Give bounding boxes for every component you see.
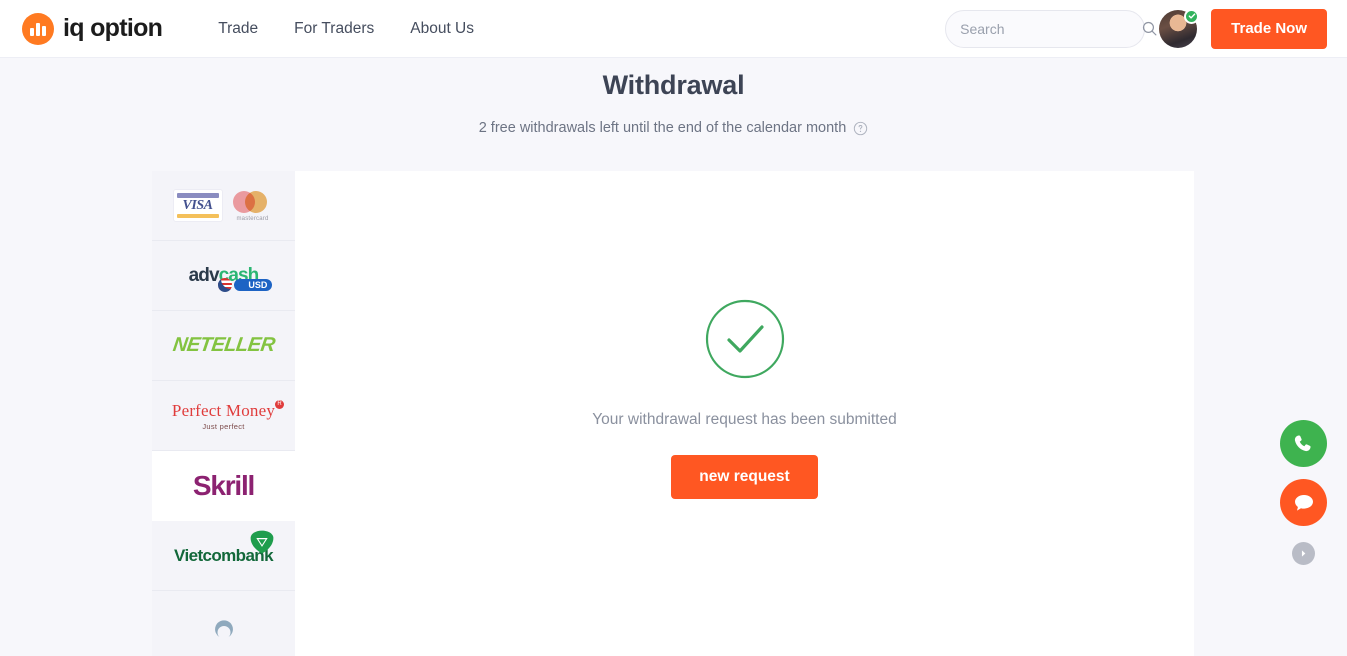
top-header: iq option Trade For Traders About Us Tra…	[0, 0, 1347, 58]
mastercard-wordmark: mastercard	[236, 216, 269, 222]
search-icon[interactable]	[1141, 20, 1158, 37]
payment-method-partial[interactable]	[152, 591, 295, 656]
free-withdrawals-text: 2 free withdrawals left until the end of…	[478, 120, 847, 136]
advcash-logo: adv cash USD	[188, 264, 273, 292]
perfect-money-wordmark: Perfect Money	[171, 400, 276, 420]
payment-method-neteller[interactable]: NETELLER	[152, 311, 295, 381]
us-flag-icon	[218, 277, 233, 292]
registered-mark-icon: R	[275, 399, 285, 409]
skrill-logo: Skrill	[192, 469, 256, 501]
brand-logo[interactable]: iq option	[22, 12, 163, 45]
success-message: Your withdrawal request has been submitt…	[592, 411, 897, 428]
visa-mastercard-logo: VISA mastercard	[172, 189, 275, 222]
payment-methods-list[interactable]: VISA mastercard adv cash USD NETELLER Pe…	[152, 171, 295, 656]
new-request-button[interactable]: new request	[671, 455, 818, 499]
phone-icon	[1294, 434, 1311, 451]
vietcombank-logo: Vietcombank	[174, 530, 274, 566]
advcash-usd-badge: USD	[234, 278, 273, 291]
avatar[interactable]	[1159, 8, 1200, 48]
payment-method-visa-mastercard[interactable]: VISA mastercard	[152, 171, 295, 241]
withdrawal-card: VISA mastercard adv cash USD NETELLER Pe…	[152, 171, 1194, 656]
chat-bubble-icon	[1294, 494, 1313, 511]
payment-method-advcash[interactable]: adv cash USD	[152, 241, 295, 311]
floating-widgets	[1280, 420, 1327, 565]
nav-for-traders[interactable]: For Traders	[276, 14, 392, 44]
verified-check-icon	[1184, 8, 1200, 24]
page-title: Withdrawal	[602, 70, 745, 100]
call-widget-button[interactable]	[1280, 420, 1327, 467]
visa-icon: VISA	[172, 189, 223, 222]
partial-bank-icon	[214, 619, 233, 639]
perfect-money-logo: Perfect Money Just perfect R	[171, 399, 285, 431]
free-withdrawals-note: 2 free withdrawals left until the end of…	[0, 120, 1347, 136]
header-right-group: Trade Now	[945, 8, 1327, 49]
search-input[interactable]	[960, 20, 1142, 37]
payment-method-vietcombank[interactable]: Vietcombank	[152, 521, 295, 591]
bars-logo-icon	[22, 12, 54, 45]
vietcombank-shield-icon	[250, 530, 274, 553]
perfect-money-tagline: Just perfect	[202, 421, 245, 431]
brand-name: iq option	[63, 14, 163, 42]
advcash-text-a: adv	[188, 264, 220, 286]
success-state: Your withdrawal request has been submitt…	[295, 299, 1194, 499]
chat-widget-button[interactable]	[1280, 479, 1327, 526]
search-box[interactable]	[945, 9, 1157, 48]
main-nav: Trade For Traders About Us	[200, 14, 492, 44]
widgets-toggle-button[interactable]	[1292, 542, 1315, 565]
payment-method-skrill[interactable]: Skrill	[152, 451, 295, 521]
help-circle-icon[interactable]	[853, 121, 868, 136]
nav-about-us[interactable]: About Us	[392, 14, 492, 44]
neteller-logo: NETELLER	[171, 334, 276, 356]
payment-method-perfect-money[interactable]: Perfect Money Just perfect R	[152, 381, 295, 451]
check-circle-icon	[705, 299, 784, 379]
withdrawal-panel: Your withdrawal request has been submitt…	[295, 171, 1194, 656]
trade-now-button[interactable]: Trade Now	[1211, 8, 1327, 49]
page-body: Withdrawal 2 free withdrawals left until…	[0, 58, 1347, 656]
visa-wordmark: VISA	[182, 197, 213, 213]
mastercard-icon: mastercard	[231, 189, 275, 222]
chevron-right-icon	[1301, 550, 1306, 557]
nav-trade[interactable]: Trade	[200, 14, 276, 44]
